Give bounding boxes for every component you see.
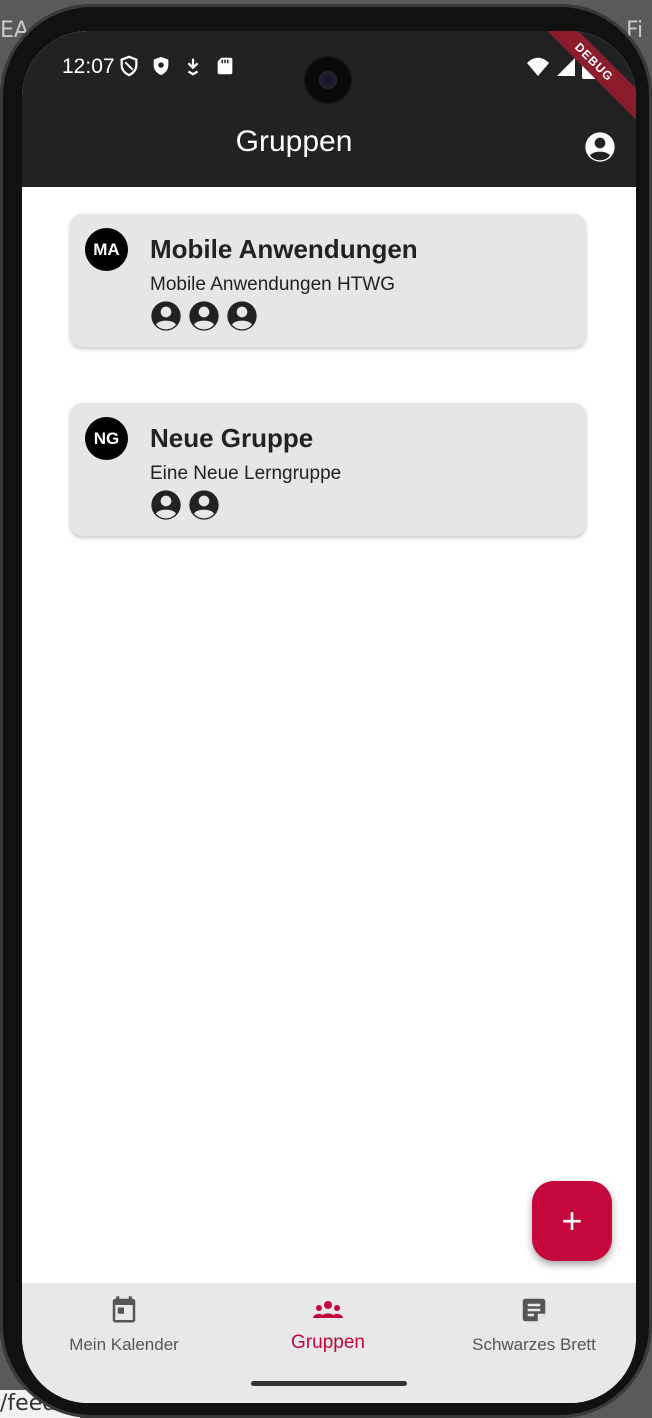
home-indicator[interactable] (251, 1381, 407, 1386)
front-camera (305, 57, 351, 103)
member-account-icon (151, 490, 181, 520)
group-card-mobile-anwendungen[interactable]: MA Mobile Anwendungen Mobile Anwendungen… (70, 214, 586, 347)
shield-icon (153, 56, 169, 76)
add-group-button[interactable]: + (532, 1181, 612, 1261)
nav-item-mein-kalender[interactable]: Mein Kalender (22, 1283, 226, 1383)
group-members (150, 489, 220, 521)
group-avatar: MA (85, 228, 128, 271)
member-account-icon (189, 490, 219, 520)
group-members (150, 300, 258, 332)
account-circle-icon[interactable] (584, 131, 616, 163)
bottom-navigation: Mein Kalender Gruppen Schwarzes Brett (22, 1283, 636, 1403)
group-description: Eine Neue Lerngruppe (150, 463, 342, 484)
group-avatar: NG (85, 417, 128, 460)
sd-card-icon (217, 57, 233, 75)
phone-frame: 12:07 DEBUG Gruppen MA Mobile Anwendunge… (0, 4, 652, 1418)
calendar-icon (112, 1296, 136, 1323)
nav-item-gruppen[interactable]: Gruppen (226, 1283, 430, 1383)
page-title: Gruppen (235, 125, 353, 158)
nav-label: Mein Kalender (69, 1335, 179, 1354)
download-icon (187, 58, 199, 76)
status-time: 12:07 (62, 55, 115, 78)
nav-item-schwarzes-brett[interactable]: Schwarzes Brett (432, 1283, 636, 1383)
cell-signal-icon (557, 58, 575, 76)
status-left-icons (118, 53, 236, 79)
vpn-shield-icon (120, 55, 138, 77)
member-account-icon (189, 301, 219, 331)
group-card-neue-gruppe[interactable]: NG Neue Gruppe Eine Neue Lerngruppe (70, 403, 586, 536)
sticky-note-icon (522, 1298, 546, 1322)
group-title: Mobile Anwendungen (150, 234, 418, 264)
nav-label: Schwarzes Brett (472, 1335, 596, 1354)
nav-label: Gruppen (291, 1332, 365, 1353)
add-icon: + (561, 1200, 583, 1241)
member-account-icon (227, 301, 257, 331)
app-bar: 12:07 DEBUG Gruppen (22, 31, 636, 187)
group-title: Neue Gruppe (150, 423, 314, 453)
group-description: Mobile Anwendungen HTWG (150, 274, 396, 295)
app-screen: 12:07 DEBUG Gruppen MA Mobile Anwendunge… (22, 31, 636, 1403)
wifi-icon (527, 57, 549, 76)
member-account-icon (151, 301, 181, 331)
groups-icon (313, 1301, 343, 1318)
